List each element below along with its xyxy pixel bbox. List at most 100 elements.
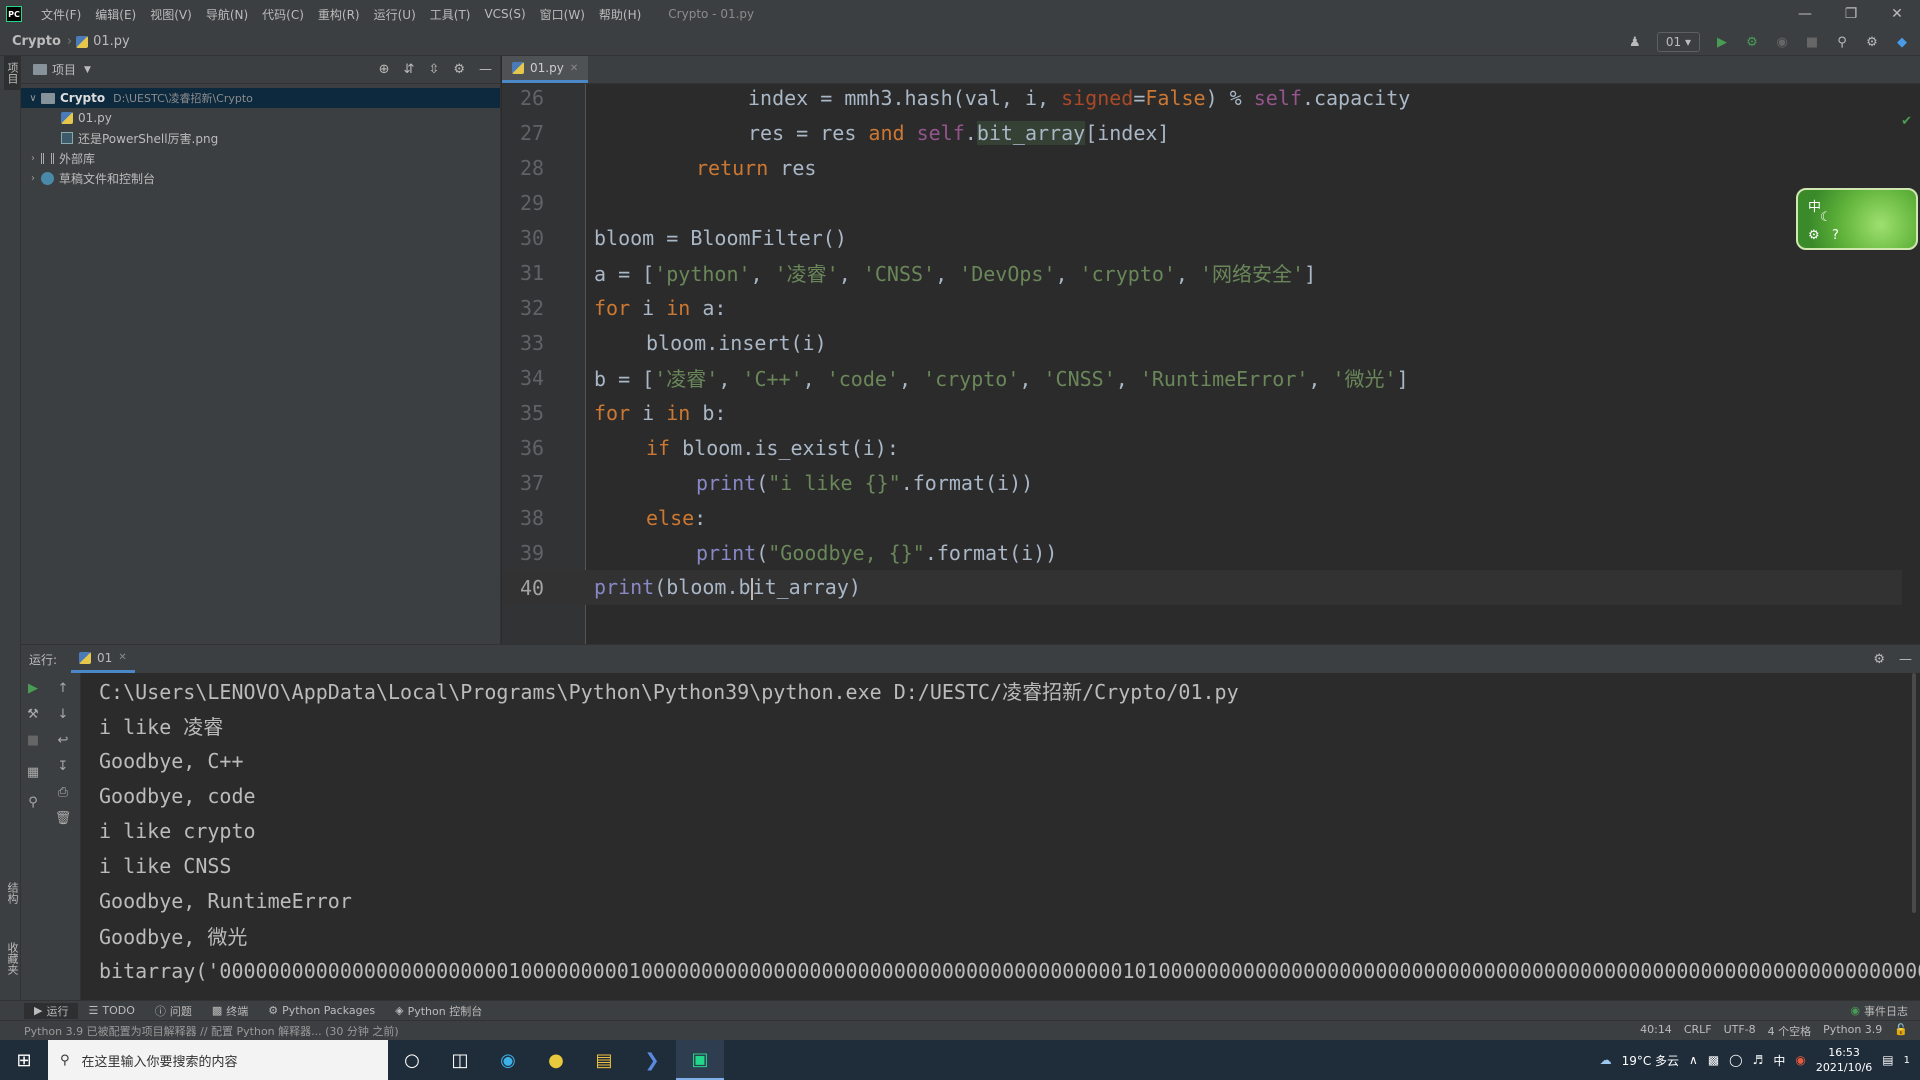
chrome-icon[interactable]: ● xyxy=(532,1040,580,1080)
close-icon[interactable]: ✕ xyxy=(118,652,126,663)
chevron-up-icon[interactable]: ∧ xyxy=(1689,1053,1698,1067)
menu-navigate[interactable]: 导航(N) xyxy=(199,6,255,23)
hide-panel-icon[interactable]: — xyxy=(479,62,492,77)
gear-icon[interactable]: ⚙ xyxy=(453,62,465,77)
chevron-right-icon[interactable]: › xyxy=(25,173,41,184)
menu-refactor[interactable]: 重构(R) xyxy=(311,6,367,23)
menu-window[interactable]: 窗口(W) xyxy=(533,6,592,23)
ime-gear-icon[interactable]: ⚙ xyxy=(1808,228,1820,243)
tray-app-icon[interactable]: ▩ xyxy=(1708,1053,1719,1067)
code-area[interactable]: 26 index = mmh3.hash(val, i, signed=Fals… xyxy=(502,84,1920,644)
menu-help[interactable]: 帮助(H) xyxy=(592,6,648,23)
tab-python-console[interactable]: ◈ Python 控制台 xyxy=(385,1003,492,1019)
expand-all-icon[interactable]: ⇵ xyxy=(404,62,415,77)
powershell-icon[interactable]: ❯ xyxy=(628,1040,676,1080)
tree-item-external-libs[interactable]: › 外部库 xyxy=(21,148,500,168)
tree-item-png[interactable]: 还是PowerShell厉害.png xyxy=(21,128,500,148)
tab-python-packages[interactable]: ⚙ Python Packages xyxy=(258,1004,385,1017)
tab-event-log[interactable]: ◉ 事件日志 xyxy=(1850,1003,1920,1019)
hide-panel-icon[interactable]: — xyxy=(1899,652,1912,667)
arrow-up-icon[interactable]: ↑ xyxy=(53,681,73,696)
menu-file[interactable]: 文件(F) xyxy=(34,6,88,23)
structure-tool-button[interactable]: 结构 xyxy=(4,876,20,910)
debug-icon[interactable]: ⚙ xyxy=(1744,34,1760,50)
soft-wrap-icon[interactable]: ↩ xyxy=(53,733,73,748)
tree-item-01-py[interactable]: 01.py xyxy=(21,108,500,128)
ime-tray-icon[interactable]: 中 xyxy=(1773,1052,1785,1069)
project-panel-title[interactable]: 项目 xyxy=(52,61,76,78)
pin-icon[interactable]: ⚲ xyxy=(23,795,43,810)
coverage-icon[interactable]: ◉ xyxy=(1774,34,1790,50)
tab-todo[interactable]: ☰ TODO xyxy=(78,1004,144,1017)
close-icon[interactable]: ✕ xyxy=(1874,0,1920,28)
print-icon[interactable]: ⎙ xyxy=(53,785,73,800)
security-icon[interactable]: ◉ xyxy=(1795,1053,1805,1067)
jetbrains-icon[interactable]: ◆ xyxy=(1894,34,1910,50)
tab-terminal[interactable]: ▩ 终端 xyxy=(202,1003,258,1019)
console-scrollbar[interactable] xyxy=(1912,673,1916,913)
tree-item-crypto-folder[interactable]: ∨ Crypto D:\UESTC\凌睿招新\Crypto xyxy=(21,88,500,108)
run-tab-01[interactable]: 01 ✕ xyxy=(71,645,135,673)
wrench-icon[interactable]: ⚒ xyxy=(23,707,43,722)
menu-run[interactable]: 运行(U) xyxy=(367,6,423,23)
tab-run[interactable]: ▶ 运行 xyxy=(24,1002,79,1019)
run-config-selector[interactable]: 01 ▾ xyxy=(1656,32,1700,52)
status-message[interactable]: Python 3.9 已被配置为项目解释器 // 配置 Python 解释器..… xyxy=(24,1023,399,1039)
clock[interactable]: 16:53 2021/10/6 xyxy=(1816,1045,1872,1075)
notification-icon[interactable]: ▤ xyxy=(1882,1053,1893,1067)
lock-icon[interactable]: 🔓 xyxy=(1894,1023,1908,1039)
windows-start-icon[interactable]: ⊞ xyxy=(0,1040,48,1080)
indent-setting[interactable]: 4 个空格 xyxy=(1768,1023,1812,1039)
weather-cloud-icon[interactable]: ☁ xyxy=(1600,1053,1612,1067)
gear-icon[interactable]: ⚙ xyxy=(1873,652,1885,667)
task-view-icon[interactable]: ◫ xyxy=(436,1040,484,1080)
network-icon[interactable]: ◯ xyxy=(1729,1053,1742,1067)
restore-icon[interactable]: ❐ xyxy=(1828,0,1874,28)
tab-problems[interactable]: ⓘ 问题 xyxy=(145,1003,202,1019)
close-icon[interactable]: ✕ xyxy=(570,63,578,74)
rerun-icon[interactable]: ▶ xyxy=(23,681,43,696)
caret-position[interactable]: 40:14 xyxy=(1640,1023,1672,1039)
ime-status-widget[interactable]: 中 ☾ ⚙ ? xyxy=(1796,188,1918,250)
breadcrumb-project[interactable]: Crypto xyxy=(0,34,67,49)
chevron-right-icon[interactable]: › xyxy=(25,153,41,164)
run-icon[interactable]: ▶ xyxy=(1714,34,1730,50)
console-output[interactable]: C:\Users\LENOVO\AppData\Local\Programs\P… xyxy=(81,673,1920,1005)
edge-browser-icon[interactable]: ◉ xyxy=(484,1040,532,1080)
weather-text[interactable]: 19°C 多云 xyxy=(1622,1052,1679,1069)
search-icon[interactable]: ⚲ xyxy=(1834,34,1850,50)
python-interpreter[interactable]: Python 3.9 xyxy=(1823,1023,1882,1039)
menu-vcs[interactable]: VCS(S) xyxy=(477,7,532,21)
taskbar-search-box[interactable]: ⚲ 在这里输入你要搜索的内容 xyxy=(48,1040,388,1080)
breadcrumb-file[interactable]: 01.py xyxy=(93,34,136,49)
chevron-down-icon[interactable]: ▼ xyxy=(84,65,91,75)
project-tool-button[interactable]: 项目 xyxy=(4,56,20,90)
menu-edit[interactable]: 编辑(E) xyxy=(88,6,143,23)
tree-item-scratches[interactable]: › 草稿文件和控制台 xyxy=(21,168,500,188)
arrow-down-icon[interactable]: ↓ xyxy=(53,707,73,722)
inspection-ok-icon[interactable]: ✔ xyxy=(1901,114,1912,129)
layout-icon[interactable]: ▦ xyxy=(23,765,43,780)
settings-icon[interactable]: ⚙ xyxy=(1864,34,1880,50)
cortana-icon[interactable]: ○ xyxy=(388,1040,436,1080)
menu-view[interactable]: 视图(V) xyxy=(143,6,199,23)
menu-code[interactable]: 代码(C) xyxy=(255,6,311,23)
menu-tools[interactable]: 工具(T) xyxy=(423,6,478,23)
ime-help-icon[interactable]: ? xyxy=(1832,228,1839,243)
volume-icon[interactable]: ♬ xyxy=(1753,1053,1764,1067)
collapse-all-icon[interactable]: ⇳ xyxy=(428,62,439,77)
favorites-tool-button[interactable]: 收藏夹 xyxy=(4,936,20,981)
minimize-icon[interactable]: — xyxy=(1782,0,1828,28)
trash-icon[interactable]: 🗑 xyxy=(53,811,73,826)
user-icon[interactable]: ♟ xyxy=(1627,34,1643,50)
chevron-down-icon[interactable]: ∨ xyxy=(25,93,41,104)
stop-icon[interactable]: ■ xyxy=(23,733,43,748)
locate-file-icon[interactable]: ⊕ xyxy=(379,62,390,77)
scroll-to-end-icon[interactable]: ↧ xyxy=(53,759,73,774)
file-explorer-icon[interactable]: ▤ xyxy=(580,1040,628,1080)
pycharm-taskbar-icon[interactable]: ▣ xyxy=(676,1040,724,1080)
stop-icon[interactable]: ■ xyxy=(1804,34,1820,50)
file-encoding[interactable]: UTF-8 xyxy=(1724,1023,1756,1039)
line-separator[interactable]: CRLF xyxy=(1684,1023,1712,1039)
tab-01-py[interactable]: 01.py ✕ xyxy=(502,56,589,83)
